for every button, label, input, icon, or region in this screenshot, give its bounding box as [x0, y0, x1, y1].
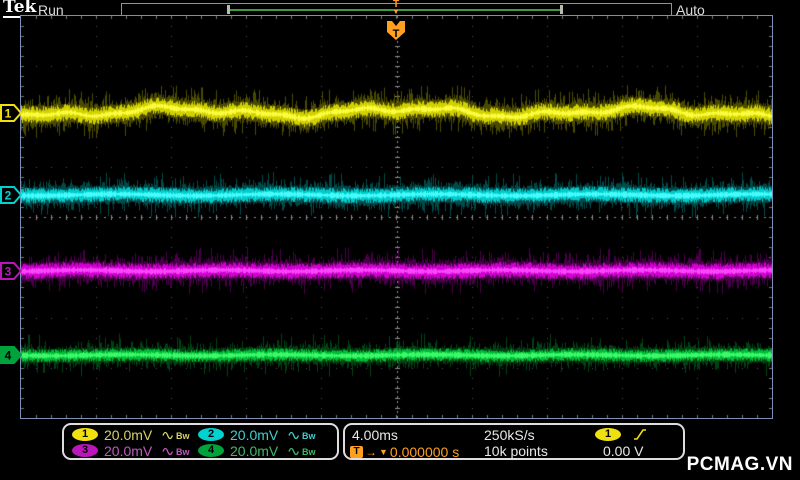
record-length: 10k points: [484, 443, 548, 459]
trigger-position-bar-icon: T ▼: [389, 0, 403, 16]
svg-text:1: 1: [5, 107, 12, 121]
ac-coupling-sine-icon: [288, 431, 300, 439]
ac-coupling-sine-icon: [162, 447, 174, 455]
channel-2-position-marker: 2: [0, 186, 22, 204]
trigger-position-marker-icon: T: [387, 21, 405, 40]
channel-1-scale: 20.0mV: [104, 427, 153, 443]
channel-2-coupling-icons: Bw: [288, 428, 316, 442]
horizontal-trigger-readout-box: 4.00ms 250kS/s 1 T → ▼ 0.000000 s 10k point…: [343, 423, 685, 460]
channel-4-scale: 20.0mV: [230, 443, 279, 459]
svg-text:4: 4: [5, 349, 12, 363]
graticule-frame: [20, 15, 773, 419]
trigger-source-badge: 1: [595, 428, 621, 441]
channel-readout-box: 1 20.0mV Bw 2 20.0mV Bw 3 20.0mV Bw 4 20…: [62, 423, 339, 460]
waveform-display: [21, 16, 772, 418]
channel-1-position-marker: 1: [0, 104, 22, 122]
down-triangle-icon: ▼: [379, 447, 388, 457]
channel-4-coupling-icons: Bw: [288, 444, 316, 458]
right-arrow-icon: →: [365, 445, 377, 459]
channel-2-scale: 20.0mV: [230, 427, 279, 443]
ac-coupling-sine-icon: [162, 431, 174, 439]
bandwidth-limit-label: Bw: [302, 447, 316, 457]
channel-2-badge: 2: [198, 428, 224, 441]
channel-4-position-marker: 4: [0, 346, 22, 364]
window-bracket-right-icon: [560, 5, 563, 14]
time-per-div: 4.00ms: [352, 427, 398, 443]
oscilloscope-screen: Tek Run Auto T ▼ T 1 2 3 4 1 20.0mV Bw 2…: [0, 0, 800, 480]
bandwidth-limit-label: Bw: [176, 447, 190, 457]
svg-text:2: 2: [5, 189, 12, 203]
rising-edge-slope-icon: [634, 429, 646, 440]
trigger-t-badge: T: [350, 446, 363, 458]
channel-3-badge: 3: [72, 444, 98, 457]
channel-1-coupling-icons: Bw: [162, 428, 190, 442]
svg-text:3: 3: [5, 265, 12, 279]
trigger-level: 0.00 V: [603, 443, 644, 459]
sample-rate: 250kS/s: [484, 427, 535, 443]
channel-3-coupling-icons: Bw: [162, 444, 190, 458]
bandwidth-limit-label: Bw: [302, 431, 316, 441]
channel-4-badge: 4: [198, 444, 224, 457]
channel-3-position-marker: 3: [0, 262, 22, 280]
channel-1-badge: 1: [72, 428, 98, 441]
window-bracket-left-icon: [227, 5, 230, 14]
trigger-position-value: 0.000000 s: [389, 444, 460, 460]
channel-3-scale: 20.0mV: [104, 443, 153, 459]
trigger-position-readout: T → ▼ 0.000000 s: [350, 444, 459, 460]
ac-coupling-sine-icon: [288, 447, 300, 455]
bandwidth-limit-label: Bw: [176, 431, 190, 441]
watermark: PCMAG.VN: [686, 454, 793, 475]
svg-text:T: T: [393, 28, 400, 40]
